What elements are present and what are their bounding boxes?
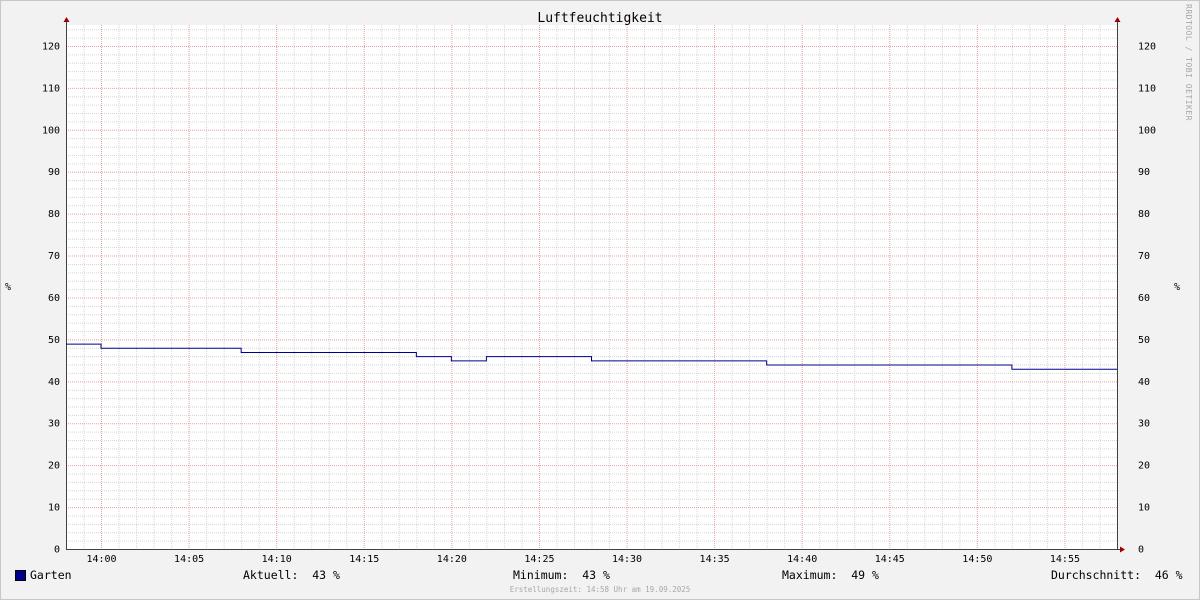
y-tick-label-right: 50 — [1138, 335, 1150, 346]
x-tick-label: 14:25 — [524, 554, 554, 565]
y-tick-label-right: 80 — [1138, 209, 1150, 220]
x-tick-label: 14:45 — [875, 554, 905, 565]
legend-minimum: Minimum: 43 % — [513, 568, 610, 582]
y-tick-label-left: 10 — [48, 503, 60, 514]
y-axis-unit-left: % — [5, 282, 12, 293]
y-tick-label-left: 40 — [48, 377, 60, 388]
x-tick-label: 14:35 — [700, 554, 730, 565]
y-tick-label-right: 120 — [1138, 41, 1156, 52]
y-tick-label-left: 90 — [48, 167, 60, 178]
y-tick-label-right: 10 — [1138, 503, 1150, 514]
y-tick-label-left: 70 — [48, 251, 60, 262]
y-tick-label-left: 50 — [48, 335, 60, 346]
y-tick-label-right: 30 — [1138, 419, 1150, 430]
chart-canvas: 0 0 10 10 20 20 30 30 40 40 50 50 60 60 70 70 80 80 90 90 10… — [42, 17, 1156, 565]
legend-series-name: Garten — [30, 568, 72, 582]
legend-maximum: Maximum: 49 % — [782, 568, 879, 582]
y-tick-label-right: 20 — [1138, 461, 1150, 472]
x-tick-label: 14:20 — [437, 554, 467, 565]
x-tick-label: 14:10 — [262, 554, 292, 565]
y-tick-label-left: 20 — [48, 461, 60, 472]
x-axis-arrow — [1120, 546, 1125, 553]
y-tick-label-left: 100 — [42, 125, 60, 136]
y-tick-label-right: 90 — [1138, 167, 1150, 178]
y-tick-label-right: 110 — [1138, 83, 1156, 94]
y-tick-label-left: 0 — [54, 545, 60, 556]
x-tick-label: 14:50 — [962, 554, 992, 565]
y-tick-label-left: 80 — [48, 209, 60, 220]
legend: Garten Aktuell: 43 % Minimum: 43 % Maxim… — [0, 568, 1200, 584]
x-tick-label: 14:00 — [86, 554, 116, 565]
y-tick-label-left: 120 — [42, 41, 60, 52]
y-axis-unit-right: % — [1174, 282, 1181, 293]
y-tick-label-right: 40 — [1138, 377, 1150, 388]
x-tick-label: 14:30 — [612, 554, 642, 565]
creation-timestamp: Erstellungszeit: 14:58 Uhr am 19.09.2025 — [509, 585, 691, 594]
legend-average: Durchschnitt: 46 % — [1051, 568, 1183, 582]
x-tick-label: 14:40 — [787, 554, 817, 565]
y-tick-label-left: 60 — [48, 293, 60, 304]
chart-title: Luftfeuchtigkeit — [537, 11, 663, 26]
x-tick-label: 14:55 — [1050, 554, 1080, 565]
rrdtool-watermark: RRDTOOL / TOBI OETIKER — [1184, 4, 1193, 121]
y-tick-label-right: 60 — [1138, 293, 1150, 304]
x-tick-label: 14:05 — [174, 554, 204, 565]
y-tick-label-left: 110 — [42, 83, 60, 94]
x-tick-label: 14:15 — [349, 554, 379, 565]
y-tick-label-right: 100 — [1138, 125, 1156, 136]
y-tick-label-right: 70 — [1138, 251, 1150, 262]
y-tick-label-left: 30 — [48, 419, 60, 430]
legend-current: Aktuell: 43 % — [243, 568, 340, 582]
legend-swatch-garten — [15, 570, 26, 581]
y-tick-label-right: 0 — [1138, 545, 1144, 556]
